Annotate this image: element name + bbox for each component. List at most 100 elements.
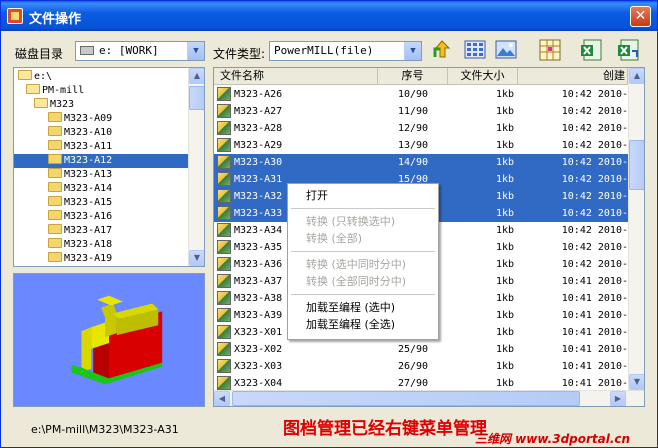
- powermill-file-icon: [217, 155, 231, 169]
- chevron-down-icon[interactable]: ▼: [404, 42, 421, 60]
- tree-item[interactable]: M323-A12: [14, 154, 190, 168]
- context-menu-item[interactable]: 打开: [288, 187, 438, 204]
- tree-item[interactable]: M323-A14: [14, 182, 190, 196]
- chevron-down-icon[interactable]: ▼: [187, 42, 204, 60]
- menu-separator: [291, 208, 435, 209]
- excel-export-button[interactable]: [615, 37, 641, 63]
- up-folder-button[interactable]: [429, 37, 455, 63]
- cell-created: 10:41 2010-: [561, 293, 628, 304]
- table-row[interactable]: M323-A27 11/90 1kb 10:42 2010-: [214, 103, 628, 120]
- excel-button[interactable]: [578, 37, 604, 63]
- tree-item[interactable]: M323-A10: [14, 126, 190, 140]
- tree-item[interactable]: M323-A18: [14, 238, 190, 252]
- file-list-scrollbar[interactable]: ▲ ▼: [628, 68, 644, 390]
- context-menu-item[interactable]: 转换 (选中同时分中): [288, 256, 438, 273]
- cell-created: 10:42 2010-: [561, 174, 628, 185]
- tree-scrollbar[interactable]: ▲ ▼: [188, 68, 204, 266]
- close-button[interactable]: ✕: [630, 6, 651, 27]
- cell-created: 10:42 2010-: [561, 157, 628, 168]
- tree-item[interactable]: M323-A13: [14, 168, 190, 182]
- tree-item-label: PM-mill: [42, 85, 85, 96]
- tree-item[interactable]: M323-A09: [14, 112, 190, 126]
- disk-label: 磁盘目录: [15, 47, 64, 61]
- cell-created: 10:41 2010-: [561, 310, 628, 321]
- window-title: 文件操作: [29, 12, 82, 27]
- tree-item[interactable]: M323-A15: [14, 196, 190, 210]
- powermill-file-icon: [217, 138, 231, 152]
- column-header-seq[interactable]: 序号: [378, 68, 448, 85]
- scroll-down-button[interactable]: ▼: [629, 374, 644, 390]
- tree-item[interactable]: M323: [14, 98, 190, 112]
- cell-name: X323-X02: [234, 344, 283, 355]
- file-operations-dialog: 文件操作 ✕ 磁盘目录 e: [WORK] ▼ 文件类型: PowerMILL(…: [0, 0, 658, 448]
- cell-size: 1kb: [495, 361, 514, 372]
- scroll-down-button[interactable]: ▼: [189, 250, 204, 266]
- scroll-thumb[interactable]: [189, 86, 204, 110]
- column-header-name[interactable]: 文件名称: [214, 68, 378, 85]
- directory-tree[interactable]: e:\ PM-mill M323 M323-A09 M323-A10 M323-A11 M3…: [13, 67, 205, 267]
- table-row[interactable]: M323-A30 14/90 1kb 10:42 2010-: [214, 154, 628, 171]
- cell-size: 1kb: [495, 327, 514, 338]
- title-bar[interactable]: 文件操作 ✕: [1, 1, 657, 31]
- grid-export-button[interactable]: [537, 37, 563, 63]
- cell-size: 1kb: [495, 140, 514, 151]
- scroll-up-button[interactable]: ▲: [189, 68, 204, 84]
- tree-item[interactable]: M323-A19: [14, 252, 190, 266]
- powermill-file-icon: [217, 104, 231, 118]
- context-menu-item[interactable]: 加载至编程 (全选): [288, 316, 438, 333]
- column-header-created[interactable]: 创建: [518, 68, 628, 85]
- filetype-select[interactable]: PowerMILL(file) ▼: [269, 41, 422, 61]
- cell-created: 10:41 2010-: [561, 344, 628, 355]
- powermill-file-icon: [217, 240, 231, 254]
- tree-item[interactable]: M323-A11: [14, 140, 190, 154]
- context-menu-item[interactable]: 加载至编程 (选中): [288, 299, 438, 316]
- file-list-hscrollbar[interactable]: ◀ ▶: [214, 390, 644, 406]
- open-folder-icon: [18, 70, 32, 80]
- current-path: e:\PM-mill\M323\M323-A31: [31, 423, 179, 436]
- image-view-button[interactable]: [493, 37, 519, 63]
- cell-size: 1kb: [495, 242, 514, 253]
- folder-icon: [48, 210, 62, 220]
- folder-icon: [48, 224, 62, 234]
- tree-item[interactable]: M323-A16: [14, 210, 190, 224]
- model-preview-image: [71, 295, 163, 385]
- scroll-up-button[interactable]: ▲: [629, 68, 644, 84]
- table-row[interactable]: M323-A29 13/90 1kb 10:42 2010-: [214, 137, 628, 154]
- scroll-thumb[interactable]: [629, 140, 644, 190]
- tree-item[interactable]: e:\: [14, 70, 190, 84]
- context-menu-item[interactable]: 转换 (只转换选中): [288, 213, 438, 230]
- drive-icon: [80, 46, 94, 55]
- table-row[interactable]: M323-A26 10/90 1kb 10:42 2010-: [214, 86, 628, 103]
- context-menu-item[interactable]: 转换 (全部同时分中): [288, 273, 438, 290]
- scroll-left-button[interactable]: ◀: [214, 391, 230, 406]
- table-row[interactable]: X323-X02 25/90 1kb 10:41 2010-: [214, 341, 628, 358]
- powermill-file-icon: [217, 376, 231, 390]
- powermill-file-icon: [217, 189, 231, 203]
- scroll-right-button[interactable]: ▶: [610, 391, 626, 406]
- tree-item[interactable]: M323-A17: [14, 224, 190, 238]
- tree-item[interactable]: PM-mill: [14, 84, 190, 98]
- cell-size: 1kb: [495, 157, 514, 168]
- folder-icon: [48, 112, 62, 122]
- tree-item-label: M323-A09: [64, 113, 113, 124]
- folder-icon: [48, 238, 62, 248]
- open-folder-icon: [26, 84, 40, 94]
- table-row[interactable]: X323-X03 26/90 1kb 10:41 2010-: [214, 358, 628, 375]
- hscroll-thumb[interactable]: [232, 391, 580, 406]
- cell-size: 1kb: [495, 174, 514, 185]
- context-menu-item[interactable]: 转换 (全部): [288, 230, 438, 247]
- watermark: 三维网 www.3dportal.cn: [475, 432, 631, 446]
- tree-item-label: M323-A15: [64, 197, 113, 208]
- up-folder-icon: [433, 40, 451, 58]
- cell-created: 10:42 2010-: [561, 242, 628, 253]
- thumbnail-view-button[interactable]: [462, 37, 488, 63]
- tree-item-label: M323-A18: [64, 239, 113, 250]
- column-header-size[interactable]: 文件大小: [448, 68, 518, 85]
- filetype-select-value: PowerMILL(file): [274, 44, 374, 57]
- table-row[interactable]: M323-A28 12/90 1kb 10:42 2010-: [214, 120, 628, 137]
- powermill-file-icon: [217, 121, 231, 135]
- disk-select-value: e: [WORK]: [99, 44, 159, 57]
- caption-text: 图档管理已经右键菜单管理: [283, 419, 487, 439]
- folder-icon: [48, 140, 62, 150]
- disk-select[interactable]: e: [WORK] ▼: [75, 41, 205, 61]
